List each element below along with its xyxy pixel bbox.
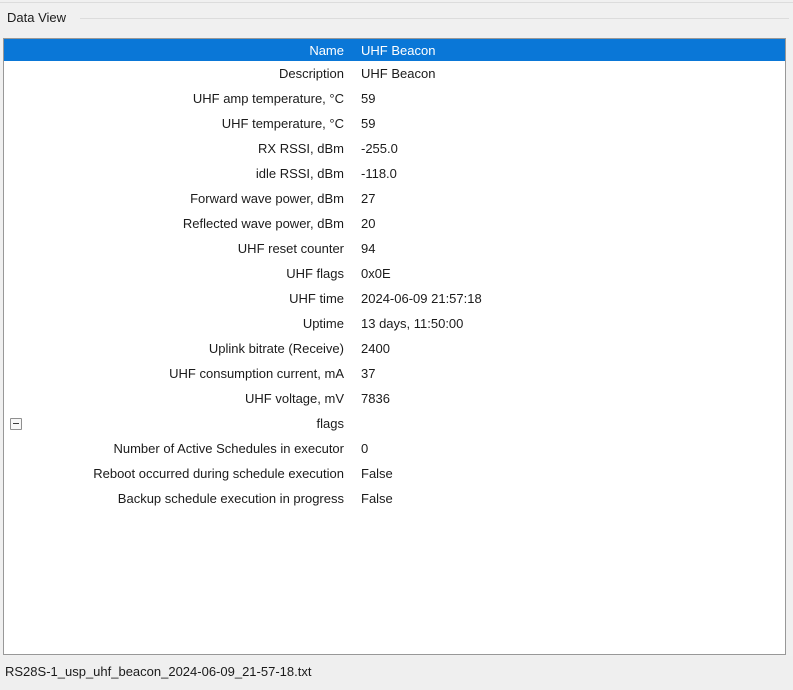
panel-title: Data View xyxy=(7,10,72,25)
row-value: 94 xyxy=(357,241,785,256)
table-row[interactable]: UHF reset counter 94 xyxy=(4,236,785,261)
row-value: 59 xyxy=(357,91,785,106)
table-row[interactable]: UHF temperature, °C 59 xyxy=(4,111,785,136)
row-value: -118.0 xyxy=(357,166,785,181)
row-label: RX RSSI, dBm xyxy=(4,141,357,156)
table-row[interactable]: Forward wave power, dBm 27 xyxy=(4,186,785,211)
row-label: Backup schedule execution in progress xyxy=(4,491,357,506)
row-label: UHF time xyxy=(4,291,357,306)
data-view-table: Name UHF Beacon Description UHF Beacon U… xyxy=(3,38,786,655)
table-row[interactable]: UHF amp temperature, °C 59 xyxy=(4,86,785,111)
table-row[interactable]: Backup schedule execution in progress Fa… xyxy=(4,486,785,511)
row-value: False xyxy=(357,466,785,481)
row-label: UHF voltage, mV xyxy=(4,391,357,406)
row-label: Number of Active Schedules in executor xyxy=(4,441,357,456)
row-label: flags xyxy=(4,416,357,431)
table-row[interactable]: UHF consumption current, mA 37 xyxy=(4,361,785,386)
window-top-divider xyxy=(0,2,793,3)
row-label: idle RSSI, dBm xyxy=(4,166,357,181)
row-label: Description xyxy=(4,66,357,81)
table-row[interactable]: Uptime 13 days, 11:50:00 xyxy=(4,311,785,336)
row-value: 59 xyxy=(357,116,785,131)
row-value: 7836 xyxy=(357,391,785,406)
header-name-cell[interactable]: Name xyxy=(4,43,357,58)
row-label: UHF temperature, °C xyxy=(4,116,357,131)
table-row[interactable]: Number of Active Schedules in executor 0 xyxy=(4,436,785,461)
status-filename: RS28S-1_usp_uhf_beacon_2024-06-09_21-57-… xyxy=(5,664,311,679)
status-bar: RS28S-1_usp_uhf_beacon_2024-06-09_21-57-… xyxy=(0,656,793,690)
row-label: Reflected wave power, dBm xyxy=(4,216,357,231)
table-row[interactable]: idle RSSI, dBm -118.0 xyxy=(4,161,785,186)
row-value: 2024-06-09 21:57:18 xyxy=(357,291,785,306)
row-value: UHF Beacon xyxy=(357,66,785,81)
groupbox-border-line xyxy=(80,18,789,19)
row-label: UHF flags xyxy=(4,266,357,281)
row-label: Forward wave power, dBm xyxy=(4,191,357,206)
table-row[interactable]: UHF voltage, mV 7836 xyxy=(4,386,785,411)
table-row[interactable]: UHF time 2024-06-09 21:57:18 xyxy=(4,286,785,311)
table-header-row[interactable]: Name UHF Beacon xyxy=(4,39,785,61)
row-label: UHF reset counter xyxy=(4,241,357,256)
collapse-toggle-icon[interactable] xyxy=(10,418,22,430)
table-row[interactable]: Reflected wave power, dBm 20 xyxy=(4,211,785,236)
row-value: 27 xyxy=(357,191,785,206)
table-row[interactable]: Description UHF Beacon xyxy=(4,61,785,86)
table-row[interactable]: Uplink bitrate (Receive) 2400 xyxy=(4,336,785,361)
row-value: -255.0 xyxy=(357,141,785,156)
table-row[interactable]: flags xyxy=(4,411,785,436)
row-value: False xyxy=(357,491,785,506)
table-row[interactable]: Reboot occurred during schedule executio… xyxy=(4,461,785,486)
row-label: Reboot occurred during schedule executio… xyxy=(4,466,357,481)
row-label: Uplink bitrate (Receive) xyxy=(4,341,357,356)
row-value: 0x0E xyxy=(357,266,785,281)
row-value: 20 xyxy=(357,216,785,231)
row-value: 0 xyxy=(357,441,785,456)
row-value: 2400 xyxy=(357,341,785,356)
header-value-cell[interactable]: UHF Beacon xyxy=(357,43,785,58)
row-label: UHF amp temperature, °C xyxy=(4,91,357,106)
row-label: Uptime xyxy=(4,316,357,331)
row-label: UHF consumption current, mA xyxy=(4,366,357,381)
row-value: 37 xyxy=(357,366,785,381)
row-value: 13 days, 11:50:00 xyxy=(357,316,785,331)
table-body: Description UHF Beacon UHF amp temperatu… xyxy=(4,61,785,511)
table-row[interactable]: RX RSSI, dBm -255.0 xyxy=(4,136,785,161)
table-row[interactable]: UHF flags 0x0E xyxy=(4,261,785,286)
